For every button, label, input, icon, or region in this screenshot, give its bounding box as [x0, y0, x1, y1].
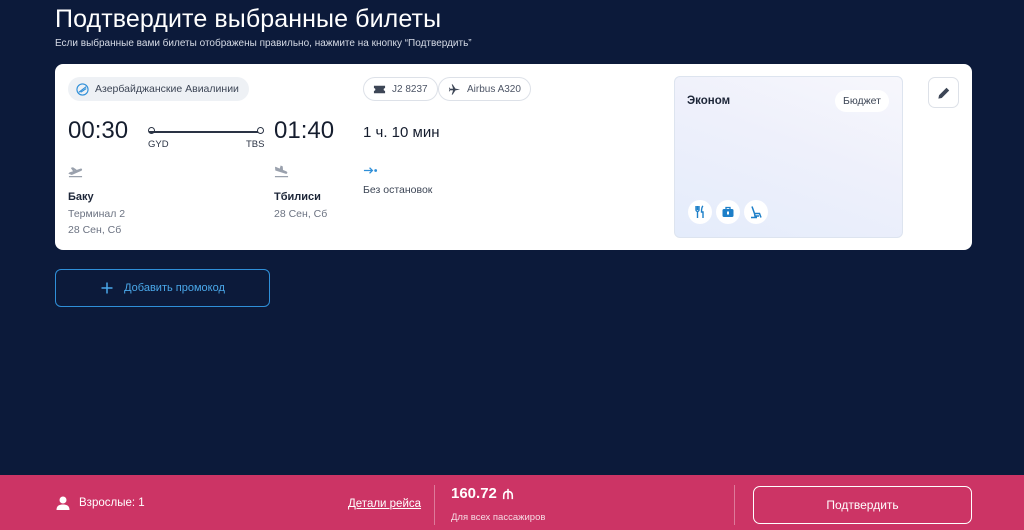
flight-number: J2 8237 — [392, 83, 428, 95]
arrival-city: Тбилиси — [274, 191, 321, 203]
meal-icon — [688, 200, 712, 224]
departure-code: GYD — [148, 139, 169, 150]
stops-info: Без остановок — [363, 184, 433, 196]
add-promo-button[interactable]: Добавить промокод — [55, 269, 270, 307]
airline-logo-icon — [76, 82, 89, 96]
page-subtitle: Если выбранные вами билеты отображены пр… — [55, 38, 472, 49]
page-title: Подтвердите выбранные билеты — [55, 5, 442, 33]
airplane-icon — [448, 83, 461, 95]
departure-city: Баку — [68, 191, 94, 203]
baggage-icon — [716, 200, 740, 224]
flight-details-link[interactable]: Детали рейса — [348, 498, 421, 510]
pencil-icon — [937, 87, 949, 99]
footer-bar: Взрослые: 1 Детали рейса 160.72 Для всех… — [0, 475, 1024, 530]
price-note: Для всех пассажиров — [451, 512, 546, 523]
ticket-icon — [373, 85, 386, 93]
aircraft-model: Airbus A320 — [467, 83, 521, 95]
arrival-code: TBS — [246, 139, 265, 150]
passengers-label: Взрослые: 1 — [79, 497, 145, 509]
footer-divider — [434, 485, 435, 525]
route-end-dot — [257, 127, 264, 134]
passengers-info[interactable]: Взрослые: 1 — [55, 495, 145, 511]
user-icon — [56, 496, 70, 510]
seat-icon — [744, 200, 768, 224]
direct-flight-icon — [363, 167, 378, 174]
arrival-date: 28 Сен, Сб — [274, 208, 328, 220]
airline-chip: Азербайджанские Авиалинии — [68, 77, 249, 101]
confirm-button[interactable]: Подтвердить — [753, 486, 972, 524]
airline-name: Азербайджанские Авиалинии — [95, 83, 239, 95]
fare-box[interactable]: Эконом Бюджет — [674, 76, 903, 238]
edit-button[interactable] — [928, 77, 959, 108]
flight-number-chip: J2 8237 — [363, 77, 438, 101]
ticket-card: Азербайджанские Авиалинии J2 8237 Airbus… — [55, 64, 972, 250]
arrival-time: 01:40 — [274, 117, 335, 144]
fare-class: Эконом — [687, 95, 731, 107]
footer-divider — [734, 485, 735, 525]
fare-badge: Бюджет — [835, 90, 889, 112]
price-value: 160.72 — [451, 485, 497, 502]
aircraft-chip: Airbus A320 — [438, 77, 531, 101]
manat-icon — [502, 488, 513, 499]
add-promo-label: Добавить промокод — [124, 282, 225, 294]
flight-duration: 1 ч. 10 мин — [363, 124, 440, 141]
takeoff-icon — [68, 167, 83, 178]
departure-time: 00:30 — [68, 117, 129, 144]
total-price: 160.72 — [451, 485, 514, 502]
departure-terminal: Терминал 2 — [68, 208, 126, 220]
route-line — [149, 131, 261, 133]
departure-date: 28 Сен, Сб — [68, 224, 122, 236]
plus-icon — [101, 282, 113, 294]
landing-icon — [274, 165, 289, 178]
